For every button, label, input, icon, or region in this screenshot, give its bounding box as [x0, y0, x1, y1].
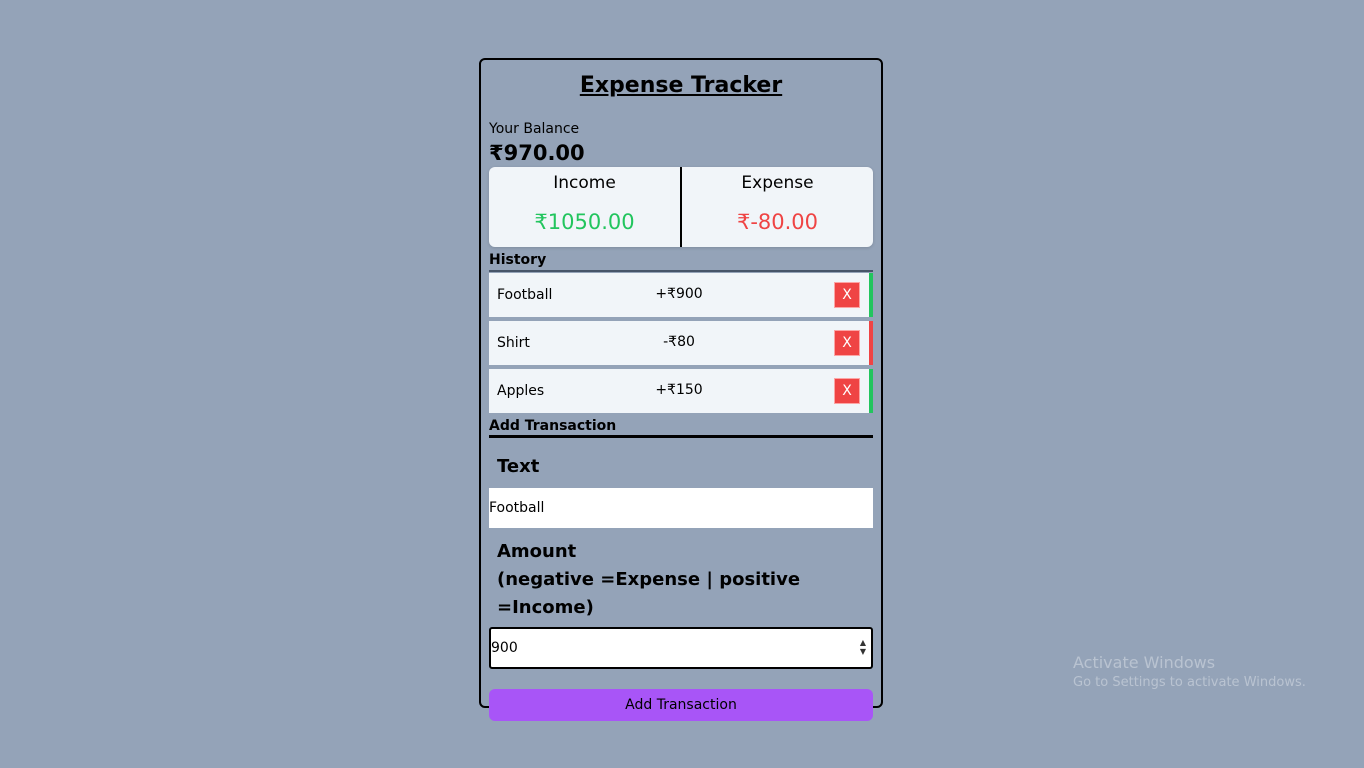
- amount-field-label: Amount (negative =Expense | positive =In…: [489, 538, 873, 622]
- app-title: Expense Tracker: [579, 73, 783, 98]
- delete-transaction-button[interactable]: X: [834, 282, 860, 308]
- activate-windows-watermark: Activate Windows Go to Settings to activ…: [1073, 653, 1306, 693]
- number-spinner-icon[interactable]: ▲ ▼: [858, 638, 868, 658]
- transaction-item: Football +₹900 X: [489, 273, 873, 317]
- income-label: Income: [553, 173, 616, 193]
- amount-label: Amount: [497, 541, 577, 562]
- amount-field: ▲▼: [489, 627, 873, 669]
- watermark-title: Activate Windows: [1073, 653, 1216, 672]
- income-column: Income ₹1050.00: [489, 167, 680, 247]
- history-heading: History: [489, 251, 873, 272]
- balance-label: Your Balance: [489, 121, 580, 137]
- add-transaction-button[interactable]: Add Transaction: [489, 689, 873, 721]
- expense-value: ₹-80.00: [736, 210, 819, 234]
- expense-column: Expense ₹-80.00: [682, 167, 873, 247]
- transaction-list: Football +₹900 X Shirt -₹80 X Apples +₹1…: [489, 273, 873, 413]
- income-expense-summary: Income ₹1050.00 Expense ₹-80.00: [489, 167, 873, 247]
- text-input[interactable]: [489, 488, 873, 528]
- add-transaction-heading: Add Transaction: [489, 417, 873, 438]
- delete-transaction-button[interactable]: X: [834, 378, 860, 404]
- amount-input[interactable]: [491, 629, 871, 667]
- transaction-item: Shirt -₹80 X: [489, 321, 873, 365]
- expense-label: Expense: [741, 173, 814, 193]
- watermark-subtitle: Go to Settings to activate Windows.: [1073, 675, 1306, 690]
- transaction-text: Shirt: [497, 335, 530, 351]
- balance-value: ₹970.00: [489, 141, 585, 165]
- transaction-text: Football: [497, 287, 553, 303]
- delete-transaction-button[interactable]: X: [834, 330, 860, 356]
- income-value: ₹1050.00: [534, 210, 635, 234]
- transaction-text: Apples: [497, 383, 545, 399]
- transaction-item: Apples +₹150 X: [489, 369, 873, 413]
- text-field-label: Text: [497, 456, 540, 477]
- expense-tracker-card: Expense Tracker Your Balance ₹970.00 Inc…: [479, 58, 883, 721]
- amount-hint: (negative =Expense | positive =Income): [497, 569, 801, 618]
